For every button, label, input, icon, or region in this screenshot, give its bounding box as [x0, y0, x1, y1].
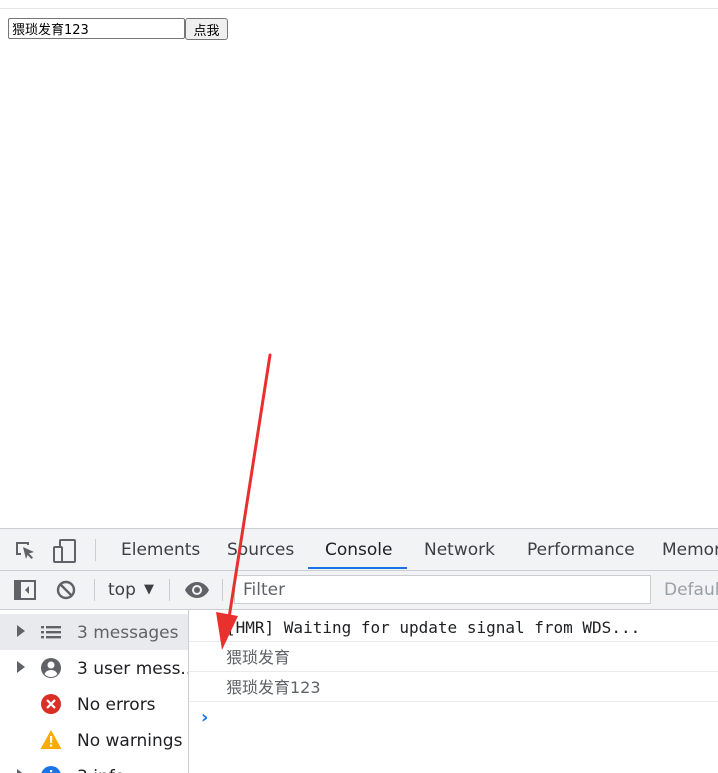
sidebar-item-label: No errors: [77, 695, 156, 715]
filter-input[interactable]: [234, 575, 651, 604]
console-message-text: 猥琐发育: [226, 648, 291, 667]
sidebar-item-label: 3 messages: [77, 623, 179, 643]
console-message-text: [HMR] Waiting for update signal from WDS…: [226, 618, 641, 637]
tab-memory[interactable]: Memor: [662, 529, 718, 570]
clear-console-icon[interactable]: [55, 579, 77, 601]
console-sidebar: 3 messages 3 user mess... No errors No w…: [0, 610, 189, 773]
tab-elements[interactable]: Elements: [121, 529, 200, 570]
console-prompt-icon[interactable]: ›: [201, 707, 208, 728]
expand-arrow-icon[interactable]: [17, 769, 25, 773]
text-input[interactable]: [8, 18, 185, 39]
toolbar-separator: [94, 579, 95, 601]
device-toolbar-icon[interactable]: [53, 538, 77, 564]
sidebar-item-user-messages[interactable]: 3 user mess...: [0, 650, 188, 686]
click-me-button[interactable]: 点我: [185, 18, 228, 40]
console-message: [HMR] Waiting for update signal from WDS…: [189, 612, 718, 642]
sidebar-item-messages[interactable]: 3 messages: [0, 614, 188, 650]
tab-performance[interactable]: Performance: [527, 529, 635, 570]
console-toolbar: top ▼ Default: [0, 571, 718, 610]
devtools-panel: Elements Sources Console Network Perform…: [0, 528, 718, 773]
sidebar-item-label: 3 user mess...: [77, 659, 189, 679]
context-dropdown-icon[interactable]: ▼: [144, 571, 154, 609]
sidebar-toggle-icon[interactable]: [13, 579, 37, 601]
toolbar-separator: [222, 579, 223, 601]
console-message: 猥琐发育: [189, 642, 718, 672]
warning-icon: [40, 730, 62, 749]
expand-arrow-icon[interactable]: [17, 625, 25, 637]
expand-arrow-icon[interactable]: [17, 661, 25, 673]
context-selector[interactable]: top: [108, 571, 136, 609]
sidebar-item-info[interactable]: 3 info: [0, 758, 188, 773]
sidebar-item-label: No warnings: [77, 731, 183, 751]
page-top-divider: [0, 8, 718, 9]
console-message-text: 猥琐发育123: [226, 678, 321, 697]
devtools-tab-bar: Elements Sources Console Network Perform…: [0, 529, 718, 571]
console-message: 猥琐发育123: [189, 672, 718, 702]
sidebar-item-errors[interactable]: No errors: [0, 686, 188, 722]
tab-separator: [95, 539, 96, 561]
sidebar-item-label: 3 info: [77, 758, 125, 773]
tab-console[interactable]: Console: [325, 529, 393, 570]
error-icon: [41, 694, 61, 714]
active-tab-indicator: [308, 567, 407, 569]
list-icon: [41, 626, 61, 639]
toolbar-separator: [169, 579, 170, 601]
log-levels-dropdown[interactable]: Default: [664, 571, 718, 609]
inspect-element-icon[interactable]: [13, 539, 37, 563]
eye-icon[interactable]: [184, 581, 210, 599]
sidebar-item-warnings[interactable]: No warnings: [0, 722, 188, 758]
console-output: [HMR] Waiting for update signal from WDS…: [189, 610, 718, 773]
tab-sources[interactable]: Sources: [227, 529, 294, 570]
tab-network[interactable]: Network: [424, 529, 495, 570]
user-icon: [41, 658, 61, 678]
